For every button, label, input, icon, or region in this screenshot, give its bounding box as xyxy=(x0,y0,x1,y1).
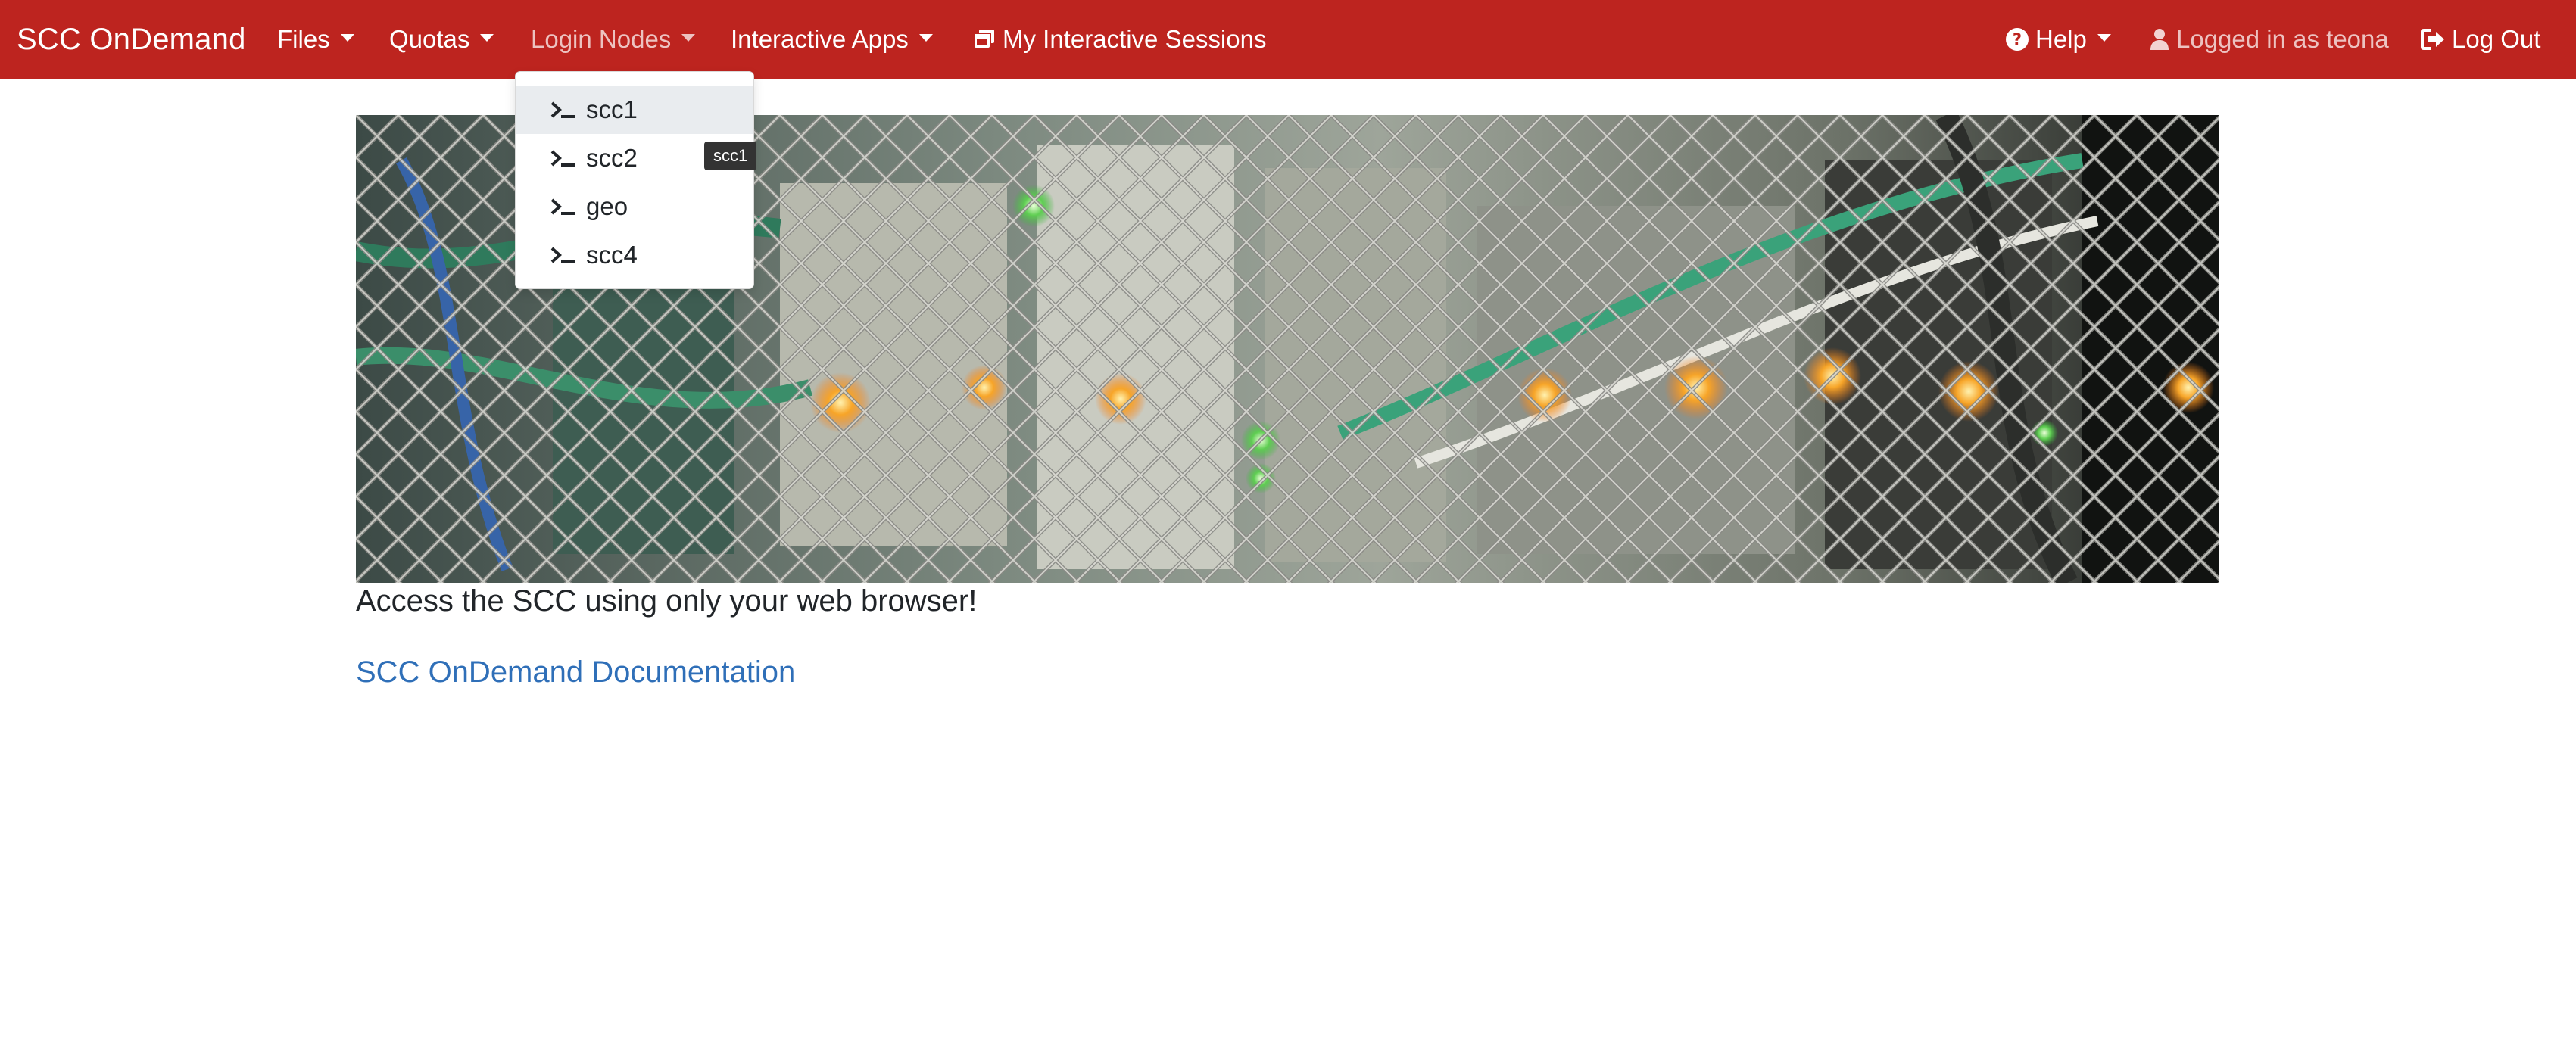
brand-link[interactable]: SCC OnDemand xyxy=(17,0,246,79)
tooltip: scc1 xyxy=(704,142,757,170)
nav-files-label: Files xyxy=(277,25,330,53)
login-node-label: geo xyxy=(586,192,628,220)
login-node-label: scc1 xyxy=(586,95,638,123)
caret-down-icon xyxy=(2097,34,2111,42)
nav-files-dropdown[interactable]: Files xyxy=(277,0,354,79)
nav-interactive-apps-label: Interactive Apps xyxy=(731,25,909,53)
nav-user-label: Logged in as teona xyxy=(2176,25,2389,53)
nav-interactive-apps-dropdown[interactable]: Interactive Apps xyxy=(731,0,933,79)
caret-down-icon xyxy=(681,34,696,42)
caret-down-icon xyxy=(918,34,933,42)
nav-logout-link[interactable]: Log Out xyxy=(2420,0,2540,79)
login-node-label: scc2 xyxy=(586,144,638,172)
terminal-icon xyxy=(550,196,579,217)
question-circle-icon: ? xyxy=(2005,27,2029,51)
nav-logout-label: Log Out xyxy=(2452,25,2541,53)
nav-quotas-dropdown[interactable]: Quotas xyxy=(389,0,494,79)
caret-down-icon xyxy=(480,34,494,42)
login-node-label: scc4 xyxy=(586,241,638,269)
sign-out-icon xyxy=(2420,27,2446,51)
login-node-item-geo[interactable]: geo xyxy=(516,182,753,231)
terminal-icon xyxy=(550,99,579,120)
svg-text:?: ? xyxy=(2013,30,2022,48)
login-node-item-scc1[interactable]: scc1 xyxy=(516,86,753,134)
top-navbar: SCC OnDemand Files Quotas Login Nodes In… xyxy=(0,0,2576,79)
caret-down-icon xyxy=(340,34,354,42)
nav-help-dropdown[interactable]: ? Help xyxy=(2005,0,2111,79)
login-nodes-menu: scc1 scc2 geo scc4 xyxy=(515,71,754,289)
nav-login-nodes-dropdown[interactable]: Login Nodes xyxy=(531,0,696,79)
nav-login-nodes-label: Login Nodes xyxy=(531,25,672,53)
nav-my-sessions-label: My Interactive Sessions xyxy=(1003,25,1267,53)
terminal-icon xyxy=(550,244,579,266)
nav-help-label: Help xyxy=(2035,25,2087,53)
nav-quotas-label: Quotas xyxy=(389,25,470,53)
tagline-text: Access the SCC using only your web brows… xyxy=(356,584,978,618)
documentation-link[interactable]: SCC OnDemand Documentation xyxy=(356,655,795,690)
nav-my-sessions-link[interactable]: My Interactive Sessions xyxy=(972,0,1266,79)
login-node-item-scc4[interactable]: scc4 xyxy=(516,231,753,279)
terminal-icon xyxy=(550,148,579,169)
sessions-icon xyxy=(972,27,996,51)
nav-user-status: Logged in as teona xyxy=(2149,0,2389,79)
user-icon xyxy=(2149,27,2170,51)
